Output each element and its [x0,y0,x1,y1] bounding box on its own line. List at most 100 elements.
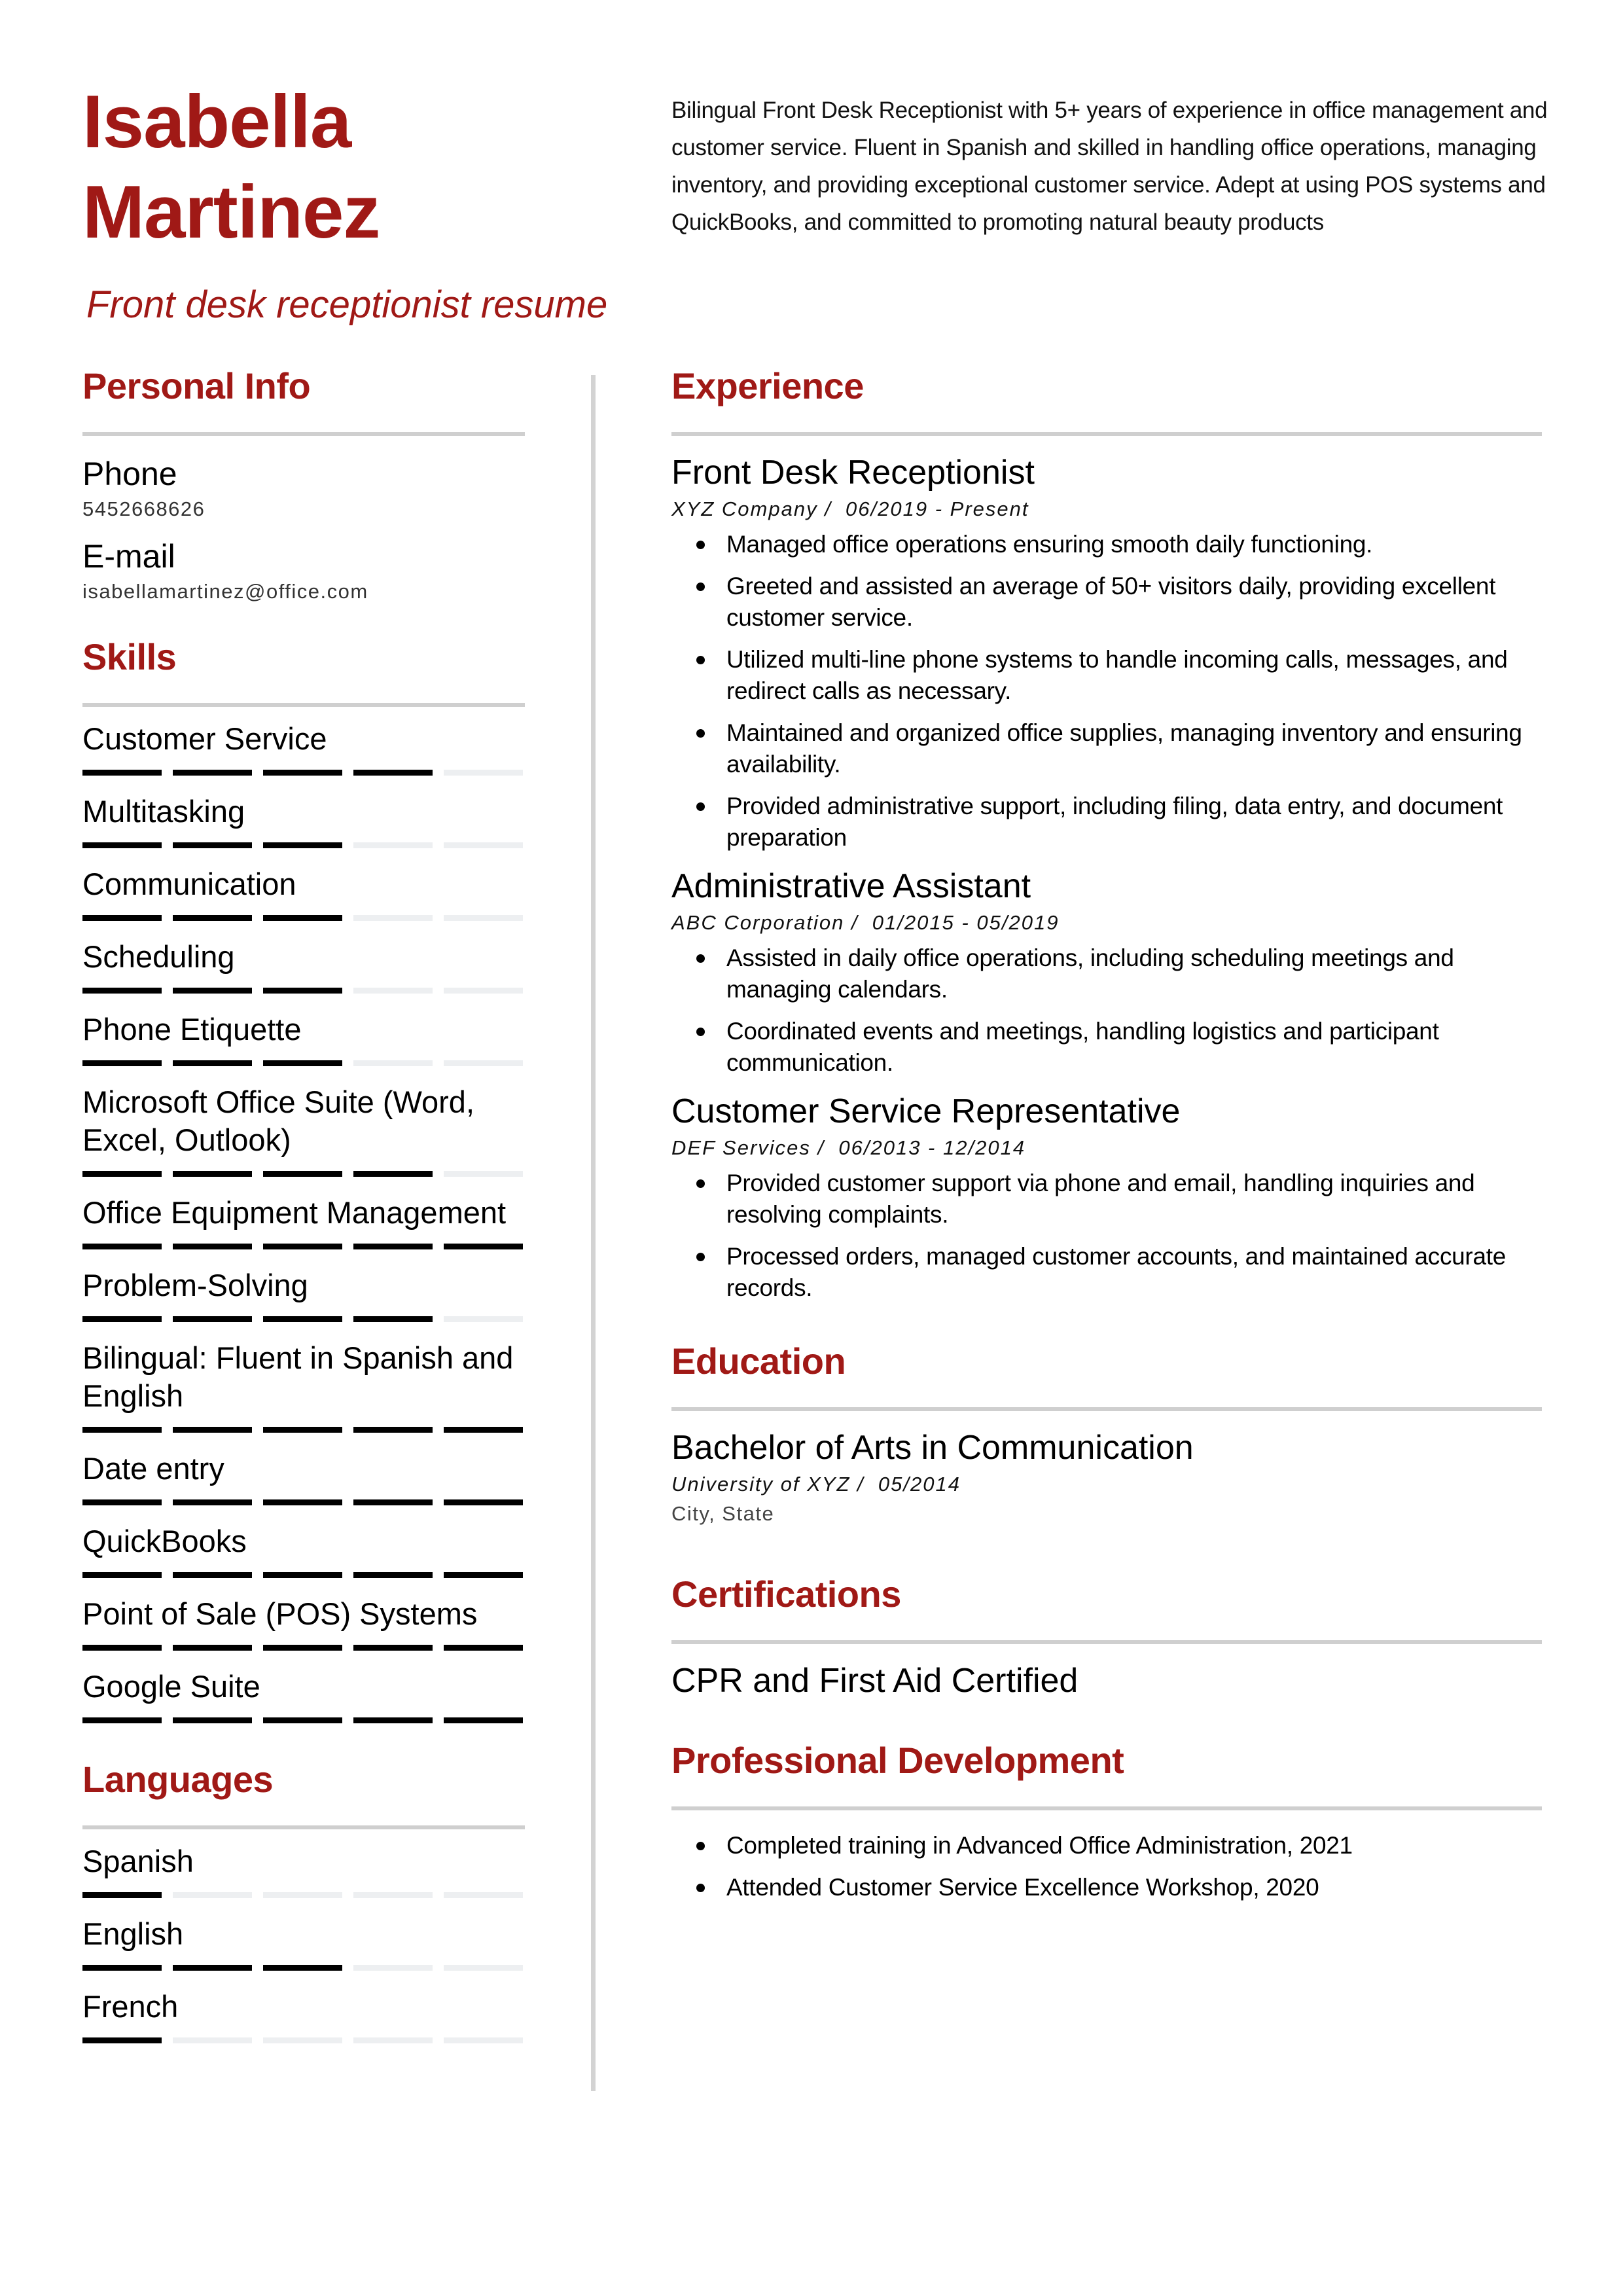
degree-title: Bachelor of Arts in Communication [671,1429,1194,1467]
rating-segment-filled [263,988,342,994]
job-entry: Customer Service Representative DEF Servi… [671,1089,1542,1304]
language-label: French [82,1989,179,2024]
rating-bar [82,2037,525,2043]
bullet-item: Greeted and assisted an average of 50+ v… [671,571,1542,634]
skill-label: Phone Etiquette [82,1012,302,1047]
language-item: Spanish [82,1837,525,1898]
rating-segment-filled [173,1499,252,1505]
rating-bar [82,1171,525,1177]
skill-label: QuickBooks [82,1524,247,1558]
right-column: Experience Front Desk Receptionist XYZ Co… [671,359,1542,1914]
bullet-text: Completed training in Advanced Office Ad… [726,1832,1353,1859]
rating-segment-filled [263,1171,342,1177]
language-item: French [82,1982,525,2043]
skill-label: Problem-Solving [82,1268,308,1302]
rating-bar [82,1060,525,1066]
bullet-icon [696,1179,705,1188]
bullet-text: Utilized multi-line phone systems to han… [726,646,1508,704]
bullet-icon [696,802,705,811]
rating-segment-filled [263,842,342,848]
section-heading-professional-development: Professional Development [671,1740,1124,1781]
bullet-text: Attended Customer Service Excellence Wor… [726,1874,1319,1901]
skill-item: Multitasking [82,787,525,848]
bullet-icon [696,1884,705,1892]
rating-segment-filled [353,1316,433,1322]
rating-segment-filled [263,915,342,921]
rating-segment-filled [173,1171,252,1177]
skill-item: Customer Service [82,715,525,776]
personal-info-section: Personal Info Phone 5452668626 E-mail is… [82,359,525,606]
rating-segment-filled [173,1645,252,1651]
company-name: ABC Corporation / [671,911,859,934]
rating-segment-filled [82,1717,162,1723]
rating-segment-filled [82,1171,162,1177]
skill-item: Date entry [82,1444,525,1505]
rating-segment-filled [173,1316,252,1322]
certifications-section: Certifications CPR and First Aid Certifi… [671,1567,1542,1703]
email-label: E-mail [82,538,175,575]
graduation-date: 05/2014 [878,1473,961,1496]
email-value: isabellamartinez@office.com [82,580,368,603]
rating-segment-empty [173,1892,252,1898]
rating-segment-empty [353,1965,433,1971]
rating-segment-filled [82,1965,162,1971]
rating-segment-empty [444,1892,523,1898]
skill-item: Problem-Solving [82,1261,525,1322]
skill-item: Office Equipment Management [82,1189,525,1249]
rating-segment-filled [82,1892,162,1898]
rating-segment-empty [353,1892,433,1898]
bullet-text: Coordinated events and meetings, handlin… [726,1018,1439,1076]
skill-item: Google Suite [82,1662,525,1723]
rating-segment-empty [444,1316,523,1322]
rating-segment-empty [444,988,523,994]
rating-segment-filled [82,915,162,921]
bullet-item: Provided customer support via phone and … [671,1168,1542,1230]
rating-segment-empty [263,2037,342,2043]
bullet-icon [696,1253,705,1261]
section-rule [671,1806,1542,1810]
rating-bar [82,1892,525,1898]
phone-value: 5452668626 [82,497,205,520]
job-meta: XYZ Company / 06/2019 - Present [671,495,1542,524]
rating-segment-filled [173,1427,252,1433]
section-rule [671,1640,1542,1644]
languages-section: Languages Spanish English French [82,1752,525,2043]
bullet-text: Provided customer support via phone and … [726,1170,1475,1228]
skills-section: Skills Customer Service Multitasking Commu… [82,630,525,1723]
rating-segment-filled [173,915,252,921]
section-heading-skills: Skills [82,636,177,677]
job-entry: Administrative Assistant ABC Corporation … [671,864,1542,1079]
bullet-icon [696,729,705,738]
rating-segment-empty [353,915,433,921]
bullet-text: Maintained and organized office supplies… [726,719,1522,778]
rating-bar [82,1244,525,1249]
language-label: Spanish [82,1844,194,1878]
rating-segment-empty [173,2037,252,2043]
rating-bar [82,988,525,994]
job-dates: 06/2013 - 12/2014 [838,1136,1026,1159]
section-rule [82,432,525,436]
skill-item: Phone Etiquette [82,1005,525,1066]
rating-bar [82,1965,525,1971]
name-last: Martinez [82,171,380,254]
phone-label: Phone [82,456,177,492]
rating-segment-filled [353,1427,433,1433]
skill-label: Bilingual: Fluent in Spanish and English [82,1340,514,1413]
rating-segment-filled [173,1717,252,1723]
job-title: Administrative Assistant [671,867,1031,905]
bullet-item: Provided administrative support, includi… [671,791,1542,853]
rating-segment-filled [82,1499,162,1505]
rating-segment-empty [353,988,433,994]
rating-segment-empty [353,1060,433,1066]
rating-segment-filled [82,1244,162,1249]
job-dates: 06/2019 - Present [846,497,1029,520]
rating-segment-filled [82,842,162,848]
skill-item: Microsoft Office Suite (Word, Excel, Out… [82,1078,525,1177]
rating-segment-filled [82,1316,162,1322]
rating-bar [82,1499,525,1505]
rating-segment-filled [263,1316,342,1322]
rating-segment-filled [263,770,342,776]
rating-segment-empty [353,842,433,848]
rating-segment-empty [444,1060,523,1066]
rating-segment-filled [444,1717,523,1723]
